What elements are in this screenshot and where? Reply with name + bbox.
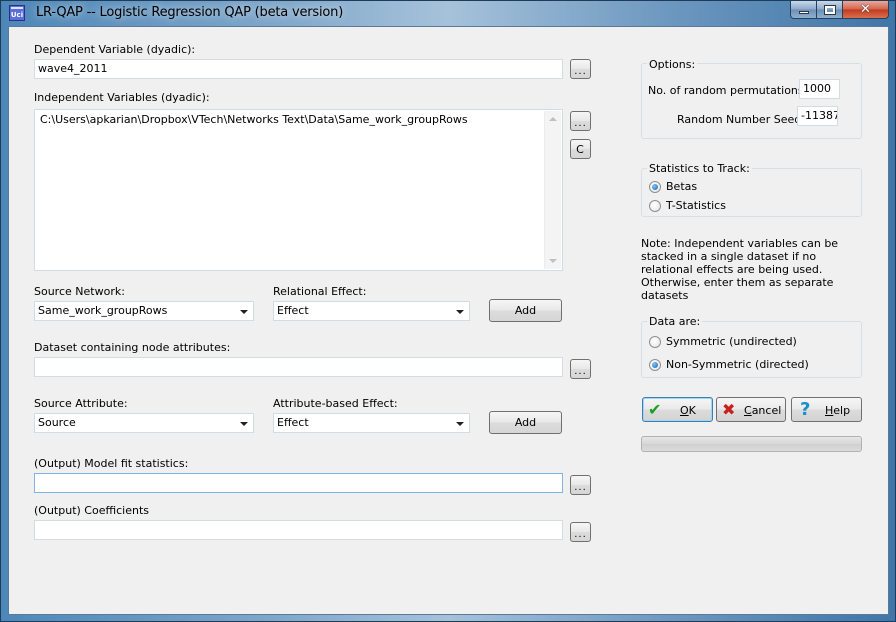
independent-clear-button[interactable]: C xyxy=(570,139,591,159)
radio-label: T-Statistics xyxy=(666,199,726,212)
ok-button[interactable]: ✔ OK xyxy=(642,397,713,422)
dependent-variable-input[interactable]: wave4_2011 xyxy=(34,59,563,79)
help-question-icon: ? xyxy=(800,399,811,420)
relational-effect-select[interactable]: Effect xyxy=(273,301,470,321)
checkmark-icon: ✔ xyxy=(648,400,662,419)
source-network-select[interactable]: Same_work_groupRows xyxy=(34,301,254,321)
cancel-button[interactable]: ✖ Cancel xyxy=(716,397,786,422)
add-attribute-effect-button[interactable]: Add xyxy=(489,411,562,434)
app-window: Uci LR-QAP -- Logistic Regression QAP (b… xyxy=(0,0,896,622)
coefficients-label: (Output) Coefficients xyxy=(34,504,149,517)
radio-button[interactable] xyxy=(649,335,661,348)
seed-label: Random Number Seed: xyxy=(677,113,805,126)
help-label: Help xyxy=(825,404,850,417)
ok-rest: K xyxy=(688,404,696,417)
source-network-label: Source Network: xyxy=(34,285,125,298)
dependent-variable-label: Dependent Variable (dyadic): xyxy=(34,43,196,56)
seed-input[interactable]: -11387( xyxy=(797,106,838,126)
data-are-group: Data are: Symmetric (undirected) Non-Sym… xyxy=(641,315,862,378)
dropdown-arrow-icon xyxy=(240,422,248,426)
permutations-input[interactable]: 1000 xyxy=(799,79,840,99)
statistics-group-title: Statistics to Track: xyxy=(647,162,752,175)
browse-label: ... xyxy=(574,365,587,377)
dropdown-arrow-icon xyxy=(240,310,248,314)
app-icon-text: Uci xyxy=(10,11,24,19)
browse-label: ... xyxy=(574,528,587,540)
cancel-label: Cancel xyxy=(744,404,781,417)
attribute-dataset-browse-button[interactable]: ... xyxy=(570,359,591,379)
source-attribute-select[interactable]: Source xyxy=(34,413,254,433)
clear-label: C xyxy=(576,142,585,156)
dropdown-arrow-icon xyxy=(456,310,464,314)
minimize-button[interactable] xyxy=(790,1,817,19)
attribute-effect-select[interactable]: Effect xyxy=(273,413,470,433)
radio-non-symmetric[interactable]: Non-Symmetric (directed) xyxy=(649,358,809,371)
cancel-accel: C xyxy=(744,404,752,417)
title-bar[interactable]: Uci LR-QAP -- Logistic Regression QAP (b… xyxy=(1,1,895,26)
minimize-icon xyxy=(798,11,809,14)
attribute-dataset-input[interactable] xyxy=(34,357,563,377)
independent-variables-note: Note: Independent variables can be stack… xyxy=(641,237,839,302)
scroll-up-icon[interactable] xyxy=(549,117,557,121)
radio-label: Symmetric (undirected) xyxy=(666,335,797,348)
relational-effect-value: Effect xyxy=(277,304,309,317)
radio-button[interactable] xyxy=(649,358,661,371)
relational-effect-label: Relational Effect: xyxy=(273,285,367,298)
coefficients-output-input[interactable] xyxy=(34,520,563,540)
browse-label: ... xyxy=(574,65,587,77)
scroll-down-icon[interactable] xyxy=(549,259,557,263)
radio-button[interactable] xyxy=(649,180,661,193)
maximize-button[interactable] xyxy=(817,1,843,19)
window-title: LR-QAP -- Logistic Regression QAP (beta … xyxy=(36,5,344,20)
dependent-browse-button[interactable]: ... xyxy=(570,59,591,79)
permutations-label: No. of random permutations: xyxy=(648,84,808,97)
source-attribute-value: Source xyxy=(38,416,76,429)
independent-variables-memo[interactable]: C:\Users\apkarian\Dropbox\VTech\Networks… xyxy=(34,109,563,271)
memo-scrollbar[interactable] xyxy=(544,111,561,269)
ok-accel: O xyxy=(680,404,689,417)
model-fit-browse-button[interactable]: ... xyxy=(570,475,591,495)
source-attribute-label: Source Attribute: xyxy=(34,397,128,410)
progress-bar xyxy=(641,436,862,452)
coefficients-browse-button[interactable]: ... xyxy=(570,522,591,542)
radio-symmetric[interactable]: Symmetric (undirected) xyxy=(649,335,797,348)
attribute-effect-label: Attribute-based Effect: xyxy=(273,397,398,410)
help-rest: elp xyxy=(833,404,851,417)
window-controls: ✕ xyxy=(790,1,889,19)
model-fit-label: (Output) Model fit statistics: xyxy=(34,457,189,470)
attribute-effect-value: Effect xyxy=(277,416,309,429)
dropdown-arrow-icon xyxy=(456,422,464,426)
app-icon[interactable]: Uci xyxy=(9,5,25,21)
browse-label: ... xyxy=(574,481,587,493)
data-are-group-title: Data are: xyxy=(647,315,703,328)
cancel-x-icon: ✖ xyxy=(722,400,736,419)
add-label: Add xyxy=(514,304,537,317)
maximize-icon xyxy=(823,4,836,15)
radio-label: Non-Symmetric (directed) xyxy=(666,358,809,371)
close-icon: ✕ xyxy=(860,2,871,17)
attribute-dataset-label: Dataset containing node attributes: xyxy=(34,341,231,354)
ok-label: OK xyxy=(680,404,696,417)
independent-variables-label: Independent Variables (dyadic): xyxy=(34,91,210,104)
source-network-value: Same_work_groupRows xyxy=(38,304,168,317)
cancel-rest: ancel xyxy=(751,404,782,417)
radio-button[interactable] xyxy=(649,199,661,212)
add-label: Add xyxy=(514,416,537,429)
help-button[interactable]: ? Help xyxy=(791,397,862,422)
independent-variable-line: C:\Users\apkarian\Dropbox\VTech\Networks… xyxy=(40,113,468,126)
options-group: Options: No. of random permutations: 100… xyxy=(641,58,862,139)
model-fit-output-input[interactable] xyxy=(34,473,563,493)
close-button[interactable]: ✕ xyxy=(843,1,889,19)
add-relational-effect-button[interactable]: Add xyxy=(489,299,562,322)
browse-label: ... xyxy=(574,117,587,129)
independent-variables-lines: C:\Users\apkarian\Dropbox\VTech\Networks… xyxy=(40,113,557,126)
radio-t-statistics[interactable]: T-Statistics xyxy=(649,199,726,212)
radio-betas[interactable]: Betas xyxy=(649,180,697,193)
options-group-title: Options: xyxy=(647,58,698,71)
independent-browse-button[interactable]: ... xyxy=(570,111,591,131)
dialog-client-area: Dependent Variable (dyadic): wave4_2011 … xyxy=(8,26,889,615)
radio-label: Betas xyxy=(666,180,698,193)
statistics-group: Statistics to Track: Betas T-Statistics xyxy=(641,162,862,217)
